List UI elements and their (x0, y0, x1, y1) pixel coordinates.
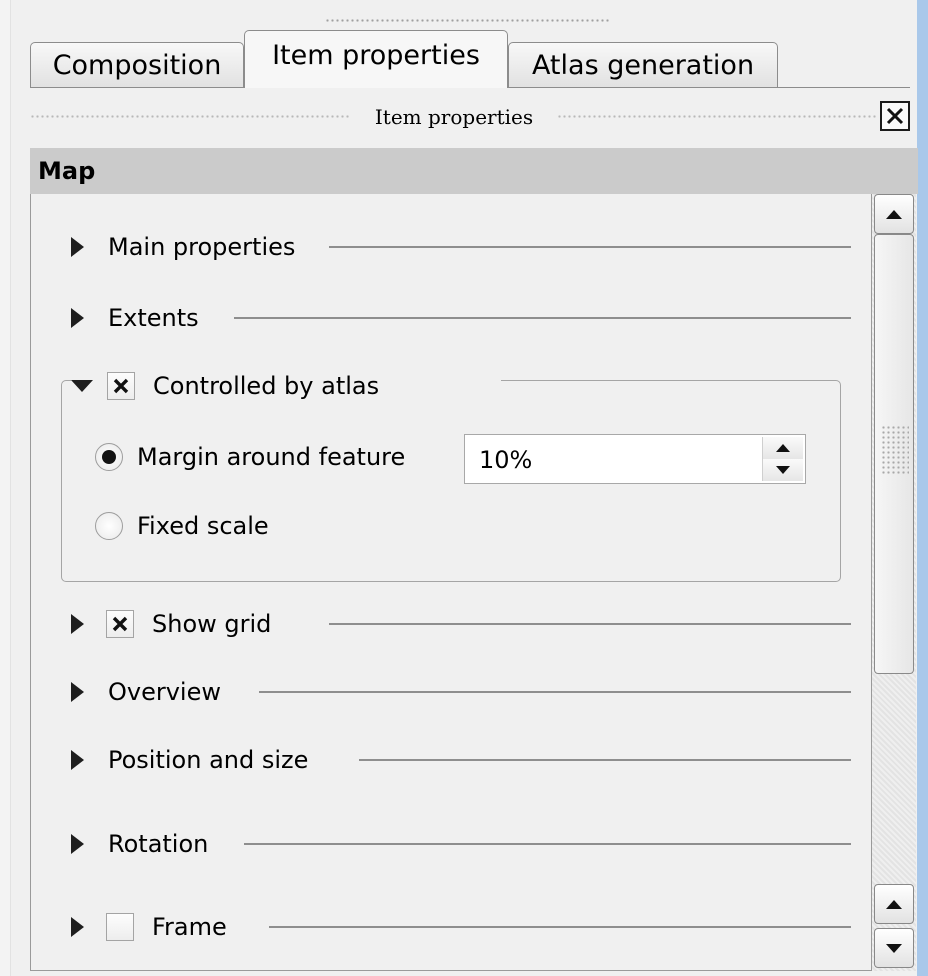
group-divider (259, 691, 851, 693)
group-divider (359, 759, 851, 761)
group-label: Main properties (108, 233, 296, 261)
atlas-checkbox[interactable] (107, 372, 135, 400)
group-frame[interactable]: Frame (71, 907, 851, 947)
dock-title: Item properties (374, 105, 534, 129)
tab-label: Composition (52, 50, 222, 81)
expand-arrow-icon[interactable] (71, 308, 84, 328)
spin-buttons (762, 437, 803, 481)
group-divider (329, 623, 851, 625)
scroll-up-icon (886, 899, 902, 909)
dock-left-edge (0, 0, 11, 976)
expand-arrow-icon[interactable] (71, 917, 84, 937)
expand-arrow-icon[interactable] (71, 237, 84, 257)
margin-radio[interactable] (95, 443, 123, 471)
scroll-up-button-lower[interactable] (874, 884, 914, 924)
group-divider (269, 926, 851, 928)
scroll-down-icon (886, 943, 902, 953)
group-label: Position and size (108, 746, 309, 774)
section-header: Map (30, 148, 918, 194)
group-divider (244, 843, 851, 845)
fixed-scale-radio[interactable] (95, 512, 123, 540)
scroll-up-button[interactable] (874, 194, 914, 234)
tab-bar: Composition Item properties Atlas genera… (30, 30, 910, 88)
expand-arrow-icon[interactable] (71, 614, 84, 634)
dock-title-bar[interactable]: Item properties (30, 102, 879, 132)
check-x-icon (112, 616, 128, 632)
spin-down-button[interactable] (763, 459, 803, 481)
spin-up-button[interactable] (763, 437, 803, 459)
tab-atlas-generation[interactable]: Atlas generation (508, 42, 778, 88)
group-label: Frame (152, 913, 227, 941)
fixed-scale-label: Fixed scale (137, 512, 269, 540)
fixed-scale-option[interactable]: Fixed scale (95, 506, 269, 546)
thumb-grip (881, 425, 909, 475)
close-icon (886, 107, 904, 125)
scroll-down-button[interactable] (874, 928, 914, 968)
group-show-grid[interactable]: Show grid (71, 604, 851, 644)
group-controlled-by-atlas[interactable]: Controlled by atlas (71, 366, 501, 406)
section-title: Map (38, 157, 96, 185)
group-rotation[interactable]: Rotation (71, 824, 851, 864)
group-label: Overview (108, 678, 221, 706)
expand-arrow-icon[interactable] (71, 682, 84, 702)
group-extents[interactable]: Extents (71, 298, 851, 338)
expand-arrow-icon[interactable] (71, 750, 84, 770)
tab-composition[interactable]: Composition (30, 42, 244, 88)
radio-selected-dot (102, 450, 116, 464)
window-edge-strip (917, 0, 928, 976)
group-label: Extents (108, 304, 199, 332)
group-divider (329, 246, 851, 248)
spin-down-icon (776, 466, 790, 474)
margin-label: Margin around feature (137, 443, 406, 471)
group-overview[interactable]: Overview (71, 672, 851, 712)
group-label: Rotation (108, 830, 209, 858)
frame-checkbox[interactable] (106, 913, 134, 941)
dock-drag-grip[interactable] (325, 18, 610, 24)
tab-item-properties[interactable]: Item properties (244, 30, 508, 88)
close-button[interactable] (880, 101, 910, 131)
check-x-icon (113, 378, 129, 394)
show-grid-checkbox[interactable] (106, 610, 134, 638)
collapse-arrow-icon[interactable] (71, 380, 93, 392)
expand-arrow-icon[interactable] (71, 834, 84, 854)
group-label: Controlled by atlas (153, 372, 380, 400)
margin-option[interactable]: Margin around feature (95, 437, 405, 477)
spin-up-icon (776, 444, 790, 452)
margin-value[interactable]: 10% (479, 446, 532, 474)
scroll-thumb[interactable] (874, 234, 914, 674)
scroll-up-icon (886, 209, 902, 219)
group-label: Show grid (152, 610, 272, 638)
group-main-properties[interactable]: Main properties (71, 227, 851, 267)
title-grip-left (30, 114, 351, 120)
group-position-and-size[interactable]: Position and size (71, 740, 851, 780)
tab-label: Item properties (272, 40, 480, 71)
margin-spinbox[interactable]: 10% (464, 434, 806, 484)
tab-label: Atlas generation (531, 50, 755, 81)
properties-panel: Main properties Extents Controlled by at… (30, 194, 872, 971)
group-divider (234, 317, 851, 319)
vertical-scrollbar[interactable] (872, 194, 916, 971)
title-grip-right (557, 114, 879, 120)
